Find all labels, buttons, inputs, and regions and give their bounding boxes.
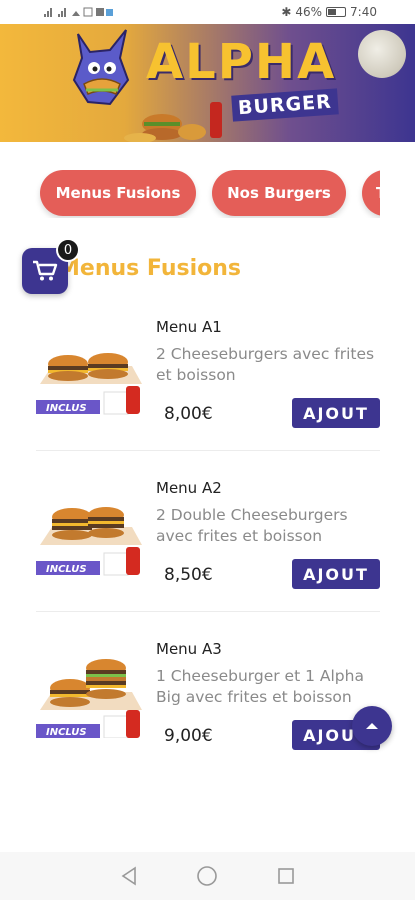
cart-button[interactable]: 0 [22,238,80,294]
divider [36,611,380,612]
inclus-tag: INCLUS [46,403,87,414]
system-nav-bar [0,852,415,900]
brand-subtitle: BURGER [231,88,339,122]
tab-nos-burgers[interactable]: Nos Burgers [212,170,346,216]
home-circle-icon [197,866,218,886]
moon-image [358,30,406,78]
menu-name: Menu A2 [156,479,222,497]
tab-next-category[interactable]: T [362,170,380,216]
menu-description: 2 Cheeseburgers avec frites et boisson [156,345,375,384]
menu-a2-image: INCLUS [36,507,142,576]
inclus-tag: INCLUS [46,564,87,575]
status-bar: ✱ 46% 7:40 [0,0,415,24]
home-button[interactable] [194,863,220,889]
menu-description: 1 Cheeseburger et 1 Alpha Big avec frite… [156,667,364,706]
status-right: ✱ 46% 7:40 [281,5,377,19]
back-button[interactable] [116,863,142,889]
menu-a3-image: INCLUS [36,659,142,738]
back-triangle-icon [121,866,136,886]
battery-icon [326,7,347,17]
status-left-icons [44,7,113,17]
menu-item[interactable]: INCLUS Menu A2 2 Double Cheeseburgers av… [36,465,380,625]
brand-title: ALPHA [146,34,337,90]
recents-button[interactable] [273,863,299,889]
clock: 7:40 [350,5,377,19]
menu-name: Menu A1 [156,318,222,336]
add-to-cart-button[interactable]: AJOUT [292,559,380,589]
menu-price: 8,00€ [164,404,213,424]
menu-a1-image: INCLUS [36,353,142,415]
tab-menus-fusions[interactable]: Menus Fusions [40,170,196,216]
cart-icon [33,260,58,281]
category-tabs: Menus Fusions Nos Burgers T [0,170,380,218]
menu-price: 8,50€ [164,565,213,585]
header-banner: ALPHA BURGER [0,24,415,142]
banner-food-image [124,102,222,142]
chevron-up-icon [366,723,378,729]
divider [36,450,380,451]
menu-item[interactable]: INCLUS Menu A1 2 Cheeseburgers avec frit… [36,304,380,464]
recents-square-icon [278,868,294,884]
menu-price: 9,00€ [164,726,213,746]
add-to-cart-button[interactable]: AJOUT [292,398,380,428]
menu-description: 2 Double Cheeseburgers avec frites et bo… [156,506,348,545]
cart-count-badge: 0 [56,238,80,262]
bluetooth-icon: ✱ [281,5,292,19]
menu-item[interactable]: INCLUS Menu A3 1 Cheeseburger et 1 Alpha… [36,626,380,786]
battery-percent: 46% [295,5,323,19]
inclus-tag: INCLUS [46,727,87,738]
scroll-to-top-button[interactable] [352,706,392,746]
section-title: Menus Fusions [58,256,241,281]
menu-name: Menu A3 [156,640,222,658]
status-icons [44,6,114,18]
